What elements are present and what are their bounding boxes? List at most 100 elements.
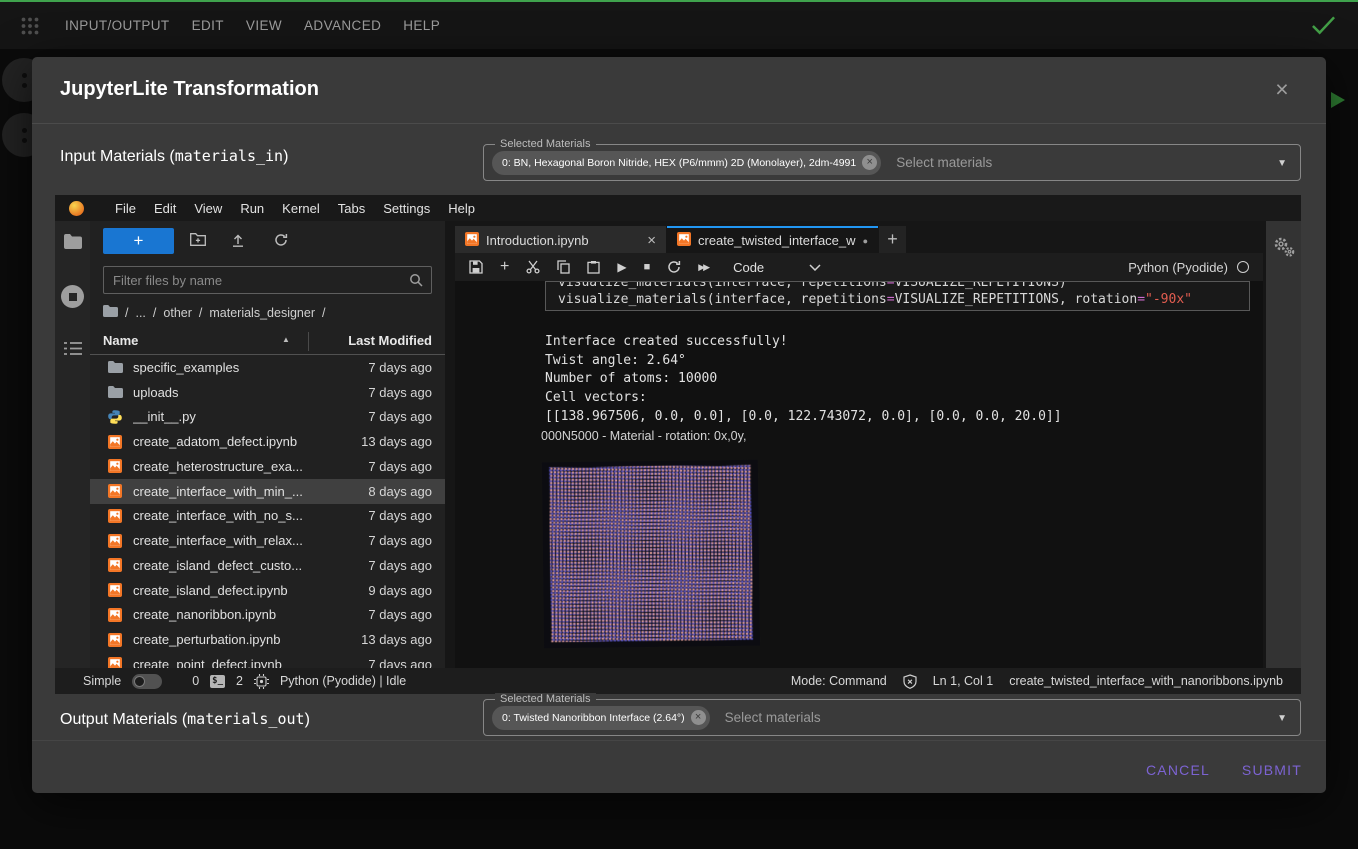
jupyter-menu-kernel[interactable]: Kernel (273, 201, 329, 216)
notebook-tab[interactable]: create_twisted_interface_w● (667, 226, 878, 253)
trust-shield-icon[interactable] (903, 674, 917, 689)
chip-delete-icon[interactable]: × (862, 155, 877, 170)
apps-grid-icon[interactable] (20, 16, 40, 36)
stop-kernel-button[interactable]: ■ (644, 261, 651, 273)
output-materials-select[interactable]: Selected Materials 0: Twisted Nanoribbon… (483, 699, 1301, 736)
jupyter-menu: FileEditViewRunKernelTabsSettingsHelp (106, 201, 484, 216)
left-sidebar-strip (55, 221, 90, 668)
refresh-icon[interactable] (274, 233, 288, 247)
sort-asc-icon[interactable]: ▲ (282, 335, 290, 344)
run-cell-button[interactable]: ▶ (617, 260, 626, 274)
file-filter-input[interactable] (104, 267, 431, 293)
file-name: uploads (133, 385, 368, 400)
submit-button[interactable]: SUBMIT (1242, 754, 1302, 786)
running-sessions-icon[interactable] (55, 285, 90, 308)
file-row[interactable]: create_interface_with_no_s...7 days ago (90, 504, 445, 529)
notebook-icon (108, 484, 123, 498)
jupyter-menu-run[interactable]: Run (231, 201, 273, 216)
restart-run-all-button[interactable]: ▶▶ (698, 262, 708, 273)
new-folder-icon[interactable] (190, 233, 206, 246)
jupyter-menu-file[interactable]: File (106, 201, 145, 216)
insert-cell-button[interactable]: + (500, 258, 509, 276)
folder-icon[interactable] (103, 305, 118, 320)
app-menu-advanced[interactable]: ADVANCED (293, 18, 392, 33)
close-icon[interactable]: × (1268, 75, 1296, 103)
kernel-status[interactable]: Python (Pyodide) | Idle (280, 674, 406, 688)
chevron-down-icon[interactable]: ▼ (1277, 158, 1287, 169)
tab-close-icon[interactable]: × (647, 232, 656, 249)
file-row[interactable]: __init__.py7 days ago (90, 405, 445, 430)
chip-delete-icon[interactable]: × (691, 710, 706, 725)
app-menu-help[interactable]: HELP (392, 18, 451, 33)
file-row[interactable]: uploads7 days ago (90, 380, 445, 405)
column-modified[interactable]: Last Modified (348, 333, 432, 348)
output-material-chip[interactable]: 0: Twisted Nanoribbon Interface (2.64°) … (492, 706, 710, 730)
file-row[interactable]: create_interface_with_min_...8 days ago (90, 479, 445, 504)
terminal-icon: $_ (210, 675, 225, 688)
cut-cells-button[interactable] (526, 260, 540, 274)
folder-icon (108, 361, 123, 373)
footer-divider (32, 740, 1326, 741)
file-row[interactable]: create_island_defect.ipynb9 days ago (90, 578, 445, 603)
terminal-count[interactable]: 0 (192, 674, 199, 688)
breadcrumb-separator: / (153, 306, 156, 320)
restart-kernel-button[interactable] (667, 260, 681, 274)
new-launcher-button[interactable]: + (103, 228, 174, 254)
column-name[interactable]: Name (103, 333, 138, 348)
file-row[interactable]: specific_examples7 days ago (90, 355, 445, 380)
notebook-icon (108, 509, 123, 523)
code-line: visualize_materials(interface, repetitio… (558, 291, 1249, 308)
file-browser-tab-icon[interactable] (55, 234, 90, 249)
notebook-icon (108, 459, 123, 473)
jupyter-menu-edit[interactable]: Edit (145, 201, 185, 216)
input-material-chip[interactable]: 0: BN, Hexagonal Boron Nitride, HEX (P6/… (492, 151, 881, 175)
breadcrumb: /.../other/materials_designer/ (103, 305, 325, 320)
file-row[interactable]: create_island_defect_custo...7 days ago (90, 553, 445, 578)
file-row[interactable]: create_point_defect.ipynb7 days ago (90, 652, 445, 668)
breadcrumb-segment[interactable]: materials_designer (209, 306, 315, 320)
file-modified: 7 days ago (368, 657, 432, 668)
chevron-down-icon[interactable]: ▼ (1277, 713, 1287, 724)
output-label-code: materials_out (187, 710, 304, 728)
material-visualization[interactable] (542, 460, 760, 649)
copy-cells-button[interactable] (557, 260, 570, 274)
upload-icon[interactable] (231, 233, 245, 247)
simple-mode-toggle[interactable] (132, 674, 162, 689)
breadcrumb-segment[interactable]: ... (135, 306, 145, 320)
breadcrumb-segment[interactable]: other (163, 306, 192, 320)
file-row[interactable]: create_interface_with_relax...7 days ago (90, 528, 445, 553)
kernel-switcher[interactable]: Python (Pyodide) (1128, 260, 1249, 275)
jupyter-menu-tabs[interactable]: Tabs (329, 201, 374, 216)
kernel-count[interactable]: 2 (236, 674, 243, 688)
table-of-contents-icon[interactable] (55, 341, 90, 356)
input-materials-select[interactable]: Selected Materials 0: BN, Hexagonal Boro… (483, 144, 1301, 181)
new-tab-button[interactable]: + (879, 226, 906, 253)
file-filter (103, 266, 432, 294)
cursor-position[interactable]: Ln 1, Col 1 (933, 674, 993, 688)
paste-cells-button[interactable] (587, 260, 600, 274)
app-menu-view[interactable]: VIEW (235, 18, 293, 33)
file-row[interactable]: create_heterostructure_exa...7 days ago (90, 454, 445, 479)
file-row[interactable]: create_adatom_defect.ipynb13 days ago (90, 429, 445, 454)
file-modified: 8 days ago (368, 484, 432, 499)
file-row[interactable]: create_nanoribbon.ipynb7 days ago (90, 603, 445, 628)
app-menu-edit[interactable]: EDIT (181, 18, 235, 33)
notebook-tab[interactable]: Introduction.ipynb× (455, 226, 666, 253)
cell-type-chevron-icon[interactable] (809, 264, 821, 271)
jupyter-menu-help[interactable]: Help (439, 201, 484, 216)
breadcrumb-separator: / (322, 306, 325, 320)
jupyter-menu-view[interactable]: View (185, 201, 231, 216)
file-row[interactable]: create_perturbation.ipynb13 days ago (90, 627, 445, 652)
property-inspector-icon[interactable] (1273, 236, 1295, 668)
cell-type-select[interactable]: Code (733, 260, 764, 275)
play-icon[interactable] (1331, 92, 1345, 108)
app-menu-input-output[interactable]: INPUT/OUTPUT (54, 18, 181, 33)
code-cell[interactable]: visualize_materials(interface, repetitio… (545, 281, 1250, 311)
check-icon[interactable] (1311, 15, 1336, 40)
cancel-button[interactable]: CANCEL (1146, 754, 1210, 786)
jupyter-menu-settings[interactable]: Settings (374, 201, 439, 216)
file-modified: 13 days ago (361, 434, 432, 449)
save-button[interactable] (469, 260, 483, 274)
mode-indicator[interactable]: Mode: Command (791, 674, 887, 688)
file-modified: 9 days ago (368, 583, 432, 598)
